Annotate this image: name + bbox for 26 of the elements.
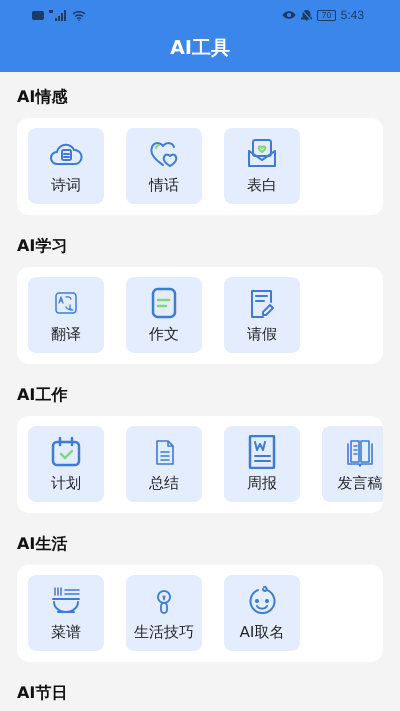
tool-tile[interactable]: 请假	[224, 277, 300, 353]
signal-icon	[49, 10, 67, 20]
section-title: AI学习	[17, 235, 68, 257]
section-title: AI工作	[17, 384, 68, 406]
tool-tile[interactable]: 作文	[126, 277, 202, 353]
status-time: 5:43	[340, 8, 364, 22]
wifi-icon	[72, 10, 86, 20]
section-title: AI节日	[17, 682, 68, 704]
section-title: AI生活	[17, 533, 68, 555]
tool-tile[interactable]: 表白	[224, 128, 300, 204]
tool-tile[interactable]: 生活技巧	[126, 575, 202, 651]
page-title: AI工具	[169, 36, 231, 61]
battery-icon: 70	[317, 10, 336, 20]
tool-tile[interactable]: 发言稿	[322, 426, 383, 502]
tool-tile[interactable]: 总结	[126, 426, 202, 502]
tool-tile[interactable]: 周报	[224, 426, 300, 502]
calendar-icon	[49, 435, 83, 469]
eye-icon	[282, 10, 296, 20]
tool-tile[interactable]: 诗词	[28, 128, 104, 204]
tool-tile[interactable]: 翻译	[28, 277, 104, 353]
tool-tile[interactable]: AI取名	[224, 575, 300, 651]
tool-tile[interactable]: 计划	[28, 426, 104, 502]
tool-tile[interactable]: 菜谱	[28, 575, 104, 651]
section-title: AI情感	[17, 86, 68, 108]
bell-off-icon	[301, 9, 312, 21]
tool-tile[interactable]: 情话	[126, 128, 202, 204]
